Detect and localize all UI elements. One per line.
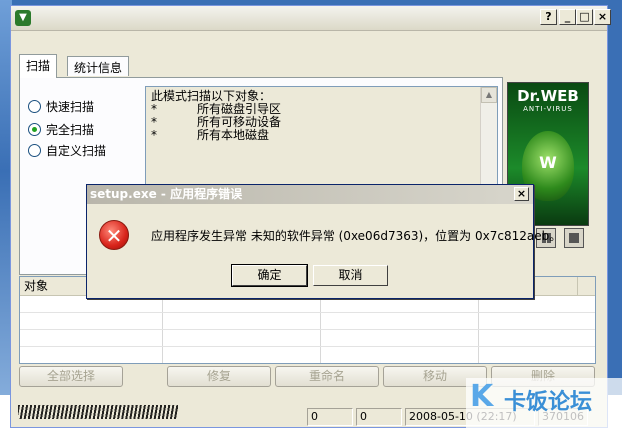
scroll-up-arrow-icon[interactable]: ▲ xyxy=(481,87,497,103)
rename-button[interactable]: 重命名 xyxy=(275,366,379,387)
error-message: 应用程序发生异常 未知的软件异常 (0xe06d7363)，位置为 0x7c81… xyxy=(151,229,562,243)
error-icon: ✕ xyxy=(99,220,129,250)
redacted-text xyxy=(18,405,178,419)
logo-name: Dr.WEB xyxy=(517,87,579,105)
help-button[interactable]: ? xyxy=(540,9,557,25)
status-field: 0 xyxy=(307,408,353,426)
error-dialog: setup.exe - 应用程序错误 × ✕ 应用程序发生异常 未知的软件异常 … xyxy=(86,184,562,299)
radio-custom-scan[interactable]: 自定义扫描 xyxy=(28,142,106,159)
grid-line xyxy=(20,346,595,347)
description-item: * 所有本地磁盘 xyxy=(151,128,270,142)
radio-label: 快速扫描 xyxy=(46,100,95,114)
title-bar[interactable]: ▼ ? _ □ × xyxy=(11,6,611,31)
tab-statistics[interactable]: 统计信息 xyxy=(67,56,130,76)
minimize-button[interactable]: _ xyxy=(559,9,576,25)
grid-line xyxy=(20,329,595,330)
radio-full-scan[interactable]: 完全扫描 xyxy=(28,121,94,138)
radio-quick-scan[interactable]: 快速扫描 xyxy=(28,98,94,115)
radio-dot[interactable] xyxy=(28,100,41,113)
scan-description-box: 此模式扫描以下对象： * 所有磁盘引导区 * 所有可移动设备 * 所有本地磁盘 ▲ xyxy=(145,86,498,196)
radio-label: 自定义扫描 xyxy=(46,144,107,158)
grid-line xyxy=(20,312,595,313)
watermark: K 卡饭论坛 xyxy=(466,378,622,428)
dialog-close-icon[interactable]: × xyxy=(514,187,529,201)
description-scrollbar[interactable]: ▲ xyxy=(480,87,497,195)
maximize-button[interactable]: □ xyxy=(576,9,593,25)
radio-label: 完全扫描 xyxy=(46,123,95,137)
cancel-button[interactable]: 取消 xyxy=(313,265,388,286)
watermark-logo-icon: K xyxy=(470,379,494,414)
ok-button[interactable]: 确定 xyxy=(231,264,308,287)
cure-button[interactable]: 修复 xyxy=(167,366,271,387)
logo-subtitle: ANTI-VIRUS xyxy=(523,105,573,113)
tab-scan[interactable]: 扫描 xyxy=(19,54,58,78)
radio-dot[interactable] xyxy=(28,144,41,157)
close-button[interactable]: × xyxy=(594,9,611,25)
status-field: 0 xyxy=(356,408,402,426)
stop-icon[interactable] xyxy=(564,228,584,248)
dialog-title[interactable]: setup.exe - 应用程序错误 xyxy=(87,185,533,204)
watermark-text: 卡饭论坛 xyxy=(504,390,593,415)
select-all-button[interactable]: 全部选择 xyxy=(19,366,123,387)
app-logo-icon: ▼ xyxy=(15,10,31,26)
radio-dot-selected[interactable] xyxy=(28,123,41,136)
